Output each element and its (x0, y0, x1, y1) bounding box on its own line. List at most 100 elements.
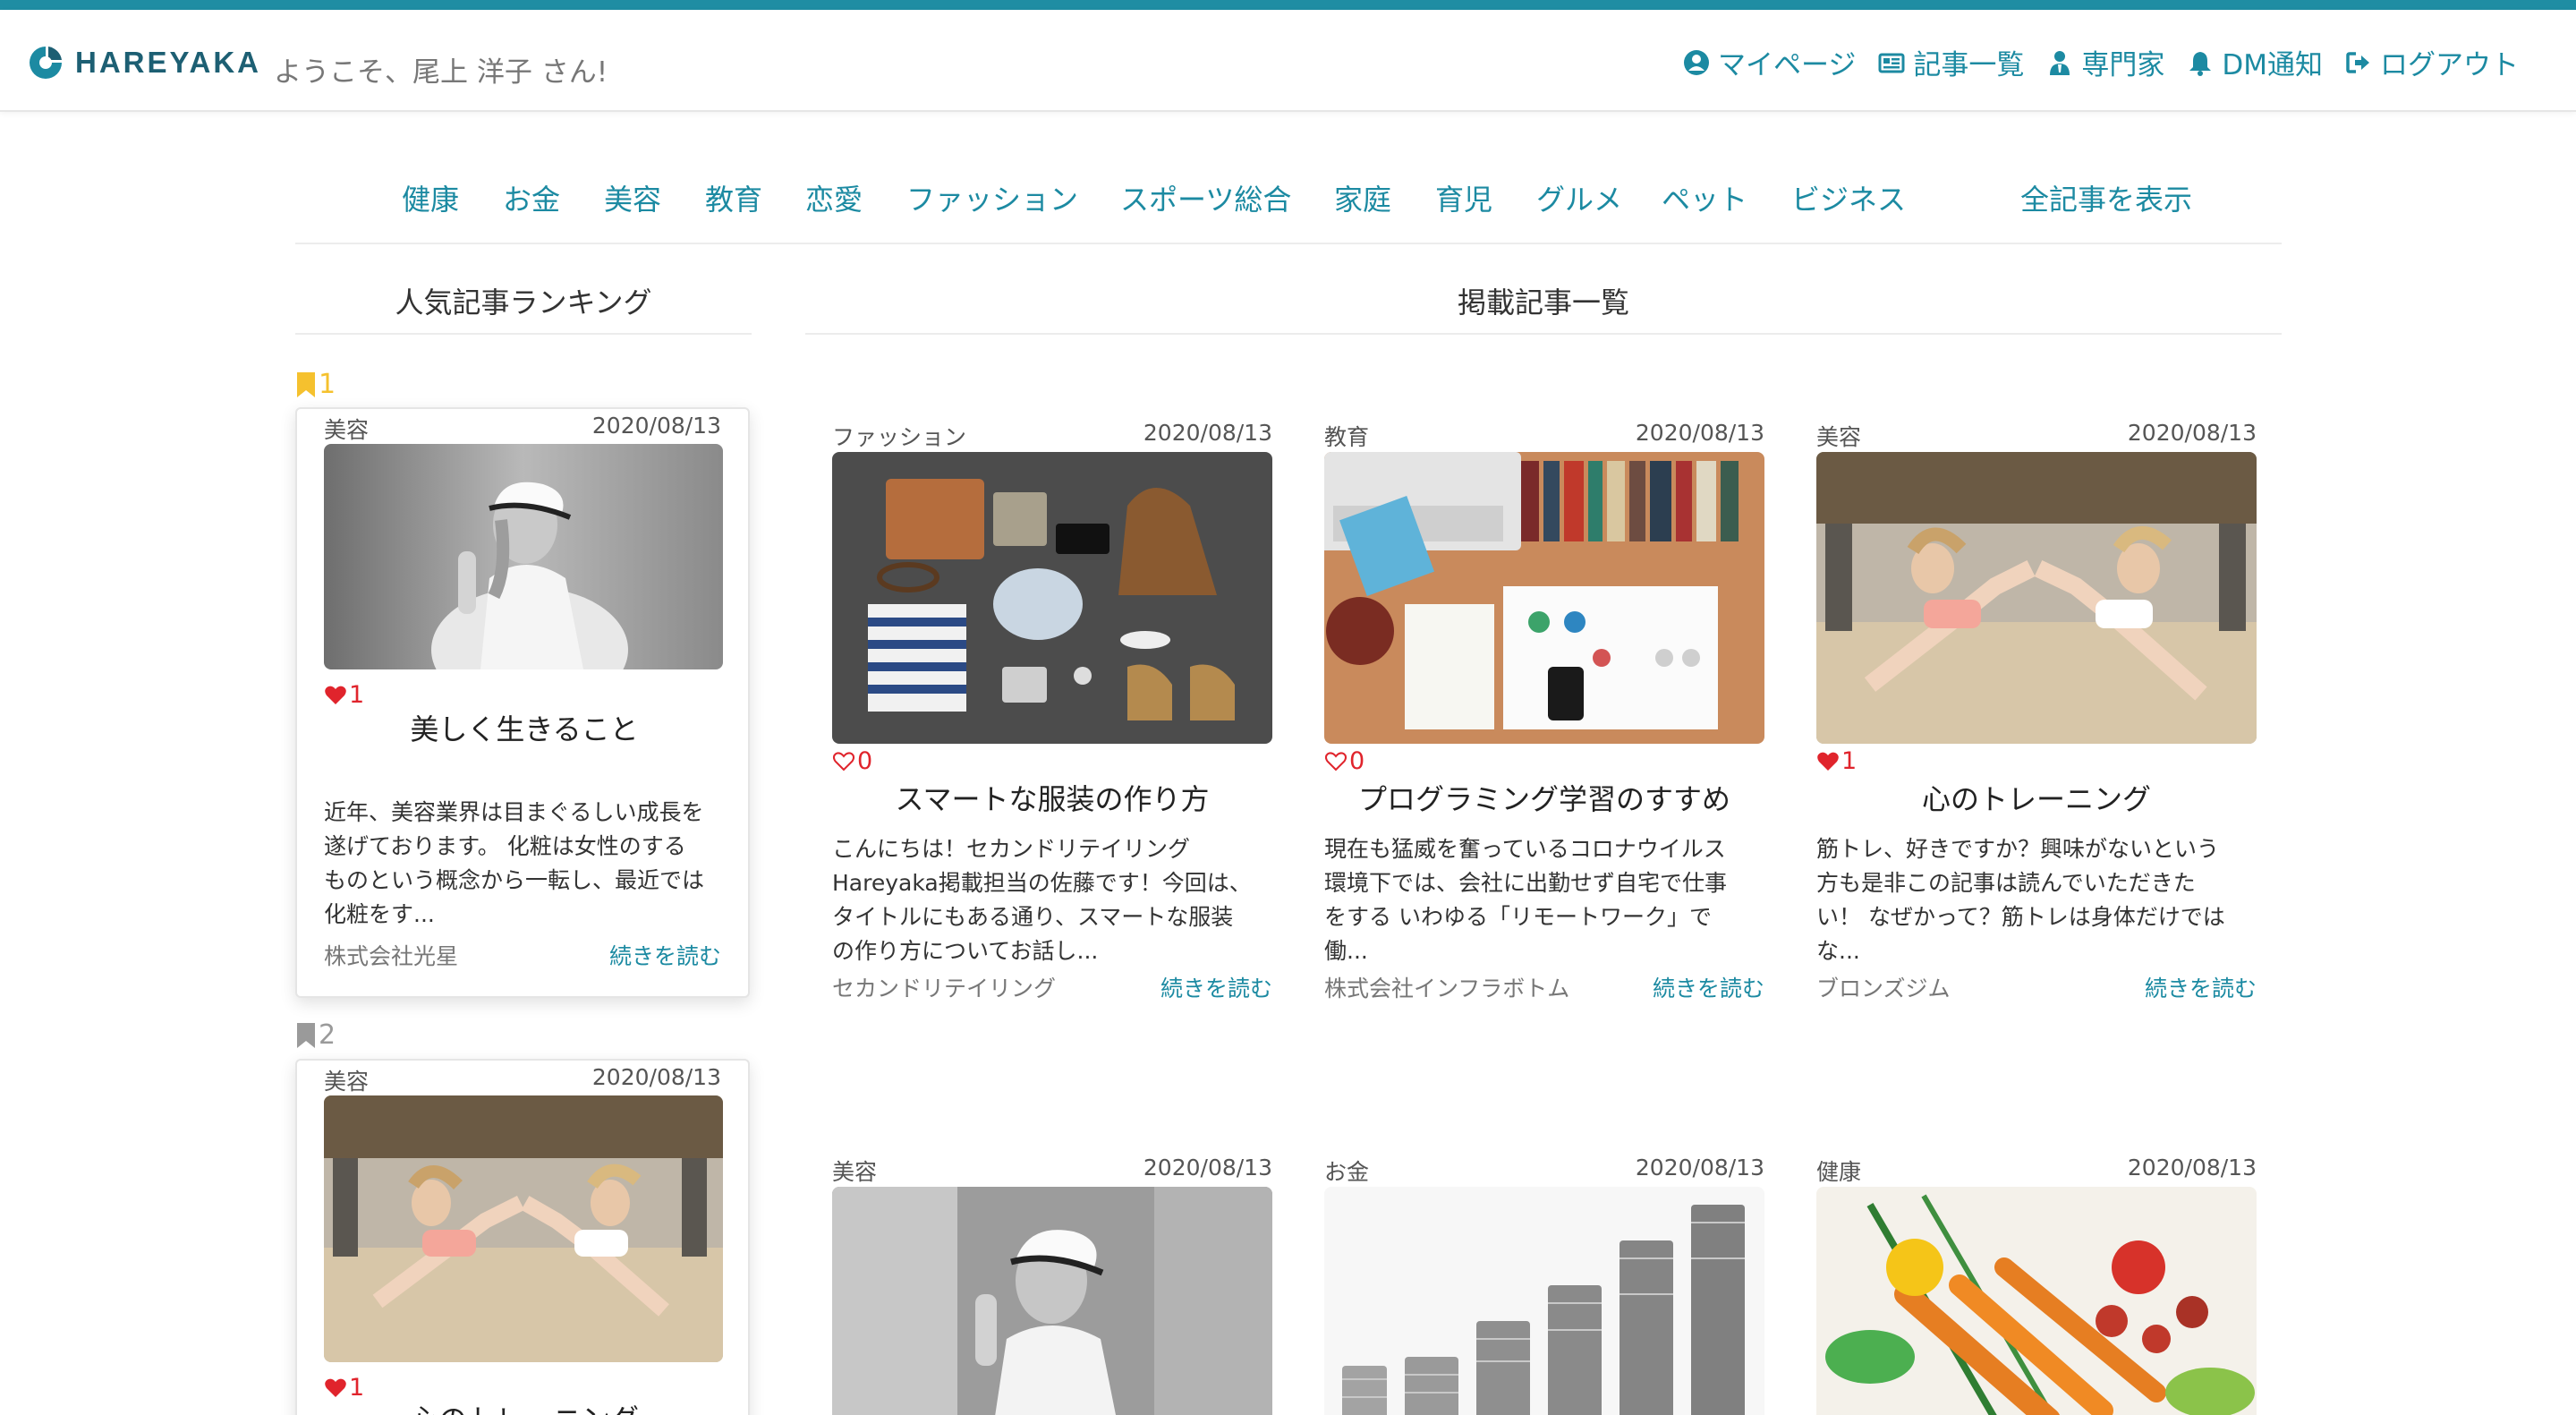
bell-icon (2189, 51, 2212, 76)
vegetables-photo (1816, 1187, 2257, 1415)
excerpt-line: 現在も猛威を奮っているコロナウイルス (1324, 836, 1726, 862)
article-likes[interactable]: 0 (832, 747, 872, 775)
article-date: 2020/08/13 (1143, 420, 1272, 446)
category-gourmet[interactable]: グルメ (1536, 177, 1622, 218)
category-education[interactable]: 教育 (705, 177, 762, 218)
brand-name: HAREYAKA (75, 46, 261, 79)
article-category: 美容 (1816, 424, 1862, 450)
category-nav: 健康 お金 美容 教育 恋愛 ファッション スポーツ総合 家庭 育児 グルメ ペ… (295, 158, 2282, 244)
ranking-card-1-image[interactable] (324, 444, 723, 669)
article-like-count: 0 (1349, 747, 1365, 775)
category-romance[interactable]: 恋愛 (805, 177, 863, 218)
article-card[interactable]: ファッション 2020/08/13 0 スマートな服装の作り方 こんにちは！セカ… (832, 414, 1272, 1005)
ranking-card-1-read-more[interactable]: 続きを読む (609, 939, 721, 971)
gym-high-five-photo (324, 1095, 723, 1362)
article-likes[interactable]: 1 (1816, 747, 1857, 775)
nav-dm-label: DM通知 (2222, 49, 2323, 81)
article-date: 2020/08/13 (1635, 1155, 1764, 1181)
nav-mypage[interactable]: マイページ (1682, 42, 1856, 82)
gym-high-five-photo (1816, 452, 2257, 744)
category-beauty[interactable]: 美容 (604, 177, 661, 218)
desk-workspace-photo (1324, 452, 1764, 744)
article-author: 株式会社インフラボトム (1324, 976, 1570, 1002)
article-card[interactable]: お金 2020/08/13 (1324, 1149, 1764, 1415)
header-nav: マイページ 記事一覧 専門家 DM通知 ログアウト (1661, 42, 2519, 82)
article-category: ファッション (832, 424, 967, 450)
excerpt-line: な... (1816, 938, 1860, 964)
category-family[interactable]: 家庭 (1334, 177, 1391, 218)
ranking-card-1[interactable]: 美容 2020/08/13 1 美しく生きること 近年、美容業界は目まぐるしい成… (295, 407, 750, 998)
ranking-card-2-date: 2020/08/13 (591, 1064, 721, 1090)
rank-2-badge: 2 (295, 1019, 336, 1051)
article-read-more[interactable]: 続きを読む (2145, 971, 2257, 1003)
nav-dm-notifications[interactable]: DM通知 (2186, 42, 2323, 82)
article-image[interactable] (1324, 452, 1764, 744)
sign-out-icon (2346, 51, 2369, 73)
article-image[interactable] (1324, 1187, 1764, 1415)
article-card[interactable]: 健康 2020/08/13 (1816, 1149, 2257, 1415)
article-card[interactable]: 美容 2020/08/13 1 心のトレーニング 筋トレ、好きですか？興味がない… (1816, 414, 2257, 1005)
excerpt-line: い！ なぜかって？筋トレは身体だけでは (1816, 904, 2225, 930)
category-childcare[interactable]: 育児 (1435, 177, 1492, 218)
excerpt-line: の作り方についてお話し... (832, 938, 1099, 964)
ranking-card-1-likes[interactable]: 1 (324, 681, 364, 709)
woman-hat-photo (324, 444, 723, 669)
show-all-articles-link[interactable]: 全記事を表示 (2020, 177, 2192, 218)
excerpt-line: 環境下では、会社に出勤せず自宅で仕事 (1324, 870, 1728, 896)
bookmark-icon (297, 371, 315, 397)
ranking-card-1-excerpt: 近年、美容業界は目まぐるしい成長を 遂げております。 化粧は女性のする ものとい… (324, 796, 723, 932)
article-title[interactable]: プログラミング学習のすすめ (1324, 777, 1764, 818)
ranking-title: 人気記事ランキング (395, 286, 652, 320)
article-category: 教育 (1324, 424, 1370, 450)
logo-icon (30, 47, 62, 79)
nav-logout-label: ログアウト (2380, 49, 2519, 81)
nav-logout[interactable]: ログアウト (2344, 42, 2519, 82)
heart-filled-icon (1817, 752, 1839, 771)
articles-divider (805, 333, 2282, 335)
article-title[interactable]: 心のトレーニング (1816, 777, 2257, 818)
welcome-message: ようこそ、尾上 洋子 さん! (274, 56, 608, 89)
rank-2-number: 2 (319, 1019, 336, 1051)
article-image[interactable] (1816, 1187, 2257, 1415)
article-image[interactable] (832, 1187, 1272, 1415)
article-title[interactable]: スマートな服装の作り方 (832, 777, 1272, 818)
excerpt-line: 遂げております。 化粧は女性のする (324, 833, 686, 859)
category-pet[interactable]: ペット (1662, 177, 1747, 218)
article-likes[interactable]: 0 (1324, 747, 1365, 775)
excerpt-line: 働... (1324, 938, 1368, 964)
article-date: 2020/08/13 (1635, 420, 1764, 446)
nav-experts-label: 専門家 (2081, 49, 2165, 81)
category-fashion[interactable]: ファッション (906, 177, 1078, 218)
ranking-card-2-title[interactable]: 心のトレーニング (297, 1397, 748, 1415)
excerpt-line: こんにちは！セカンドリテイリング (832, 836, 1191, 862)
category-money[interactable]: お金 (503, 177, 560, 218)
top-header: HAREYAKA ようこそ、尾上 洋子 さん! マイページ 記事一覧 専門家 D… (0, 10, 2576, 112)
coin-stacks-photo (1324, 1187, 1764, 1415)
ranking-card-1-title[interactable]: 美しく生きること (297, 707, 748, 748)
article-excerpt: 現在も猛威を奮っているコロナウイルス 環境下では、会社に出勤せず自宅で仕事 をす… (1324, 832, 1764, 968)
heart-outline-icon (833, 751, 854, 771)
article-read-more[interactable]: 続きを読む (1160, 971, 1272, 1003)
article-image[interactable] (832, 452, 1272, 744)
ranking-card-2[interactable]: 美容 2020/08/13 1 心のトレーニング (295, 1059, 750, 1415)
article-date: 2020/08/13 (2127, 420, 2257, 446)
nav-experts[interactable]: 専門家 (2045, 42, 2164, 82)
article-card[interactable]: 美容 2020/08/13 (832, 1149, 1272, 1415)
excerpt-line: 近年、美容業界は目まぐるしい成長を (324, 799, 704, 825)
nav-mypage-label: マイページ (1717, 49, 1857, 81)
ranking-card-2-image[interactable] (324, 1095, 723, 1362)
brand-logo[interactable]: HAREYAKA (27, 44, 261, 81)
article-like-count: 1 (1841, 747, 1858, 775)
articles-title: 掲載記事一覧 (1457, 286, 1629, 320)
category-sports[interactable]: スポーツ総合 (1120, 177, 1291, 218)
nav-articles[interactable]: 記事一覧 (1877, 42, 2024, 82)
heart-filled-icon (325, 1378, 346, 1397)
category-health[interactable]: 健康 (402, 177, 459, 218)
excerpt-line: タイトルにもある通り、スマートな服装 (832, 904, 1234, 930)
article-read-more[interactable]: 続きを読む (1653, 971, 1764, 1003)
article-card[interactable]: 教育 2020/08/13 0 プログラミング学習のすすめ 現在も猛威を奮ってい… (1324, 414, 1764, 1005)
excerpt-line: 方も是非この記事は読んでいただきた (1816, 870, 2196, 896)
fashion-flatlay-photo (832, 452, 1272, 744)
category-business[interactable]: ビジネス (1791, 177, 1906, 218)
article-image[interactable] (1816, 452, 2257, 744)
